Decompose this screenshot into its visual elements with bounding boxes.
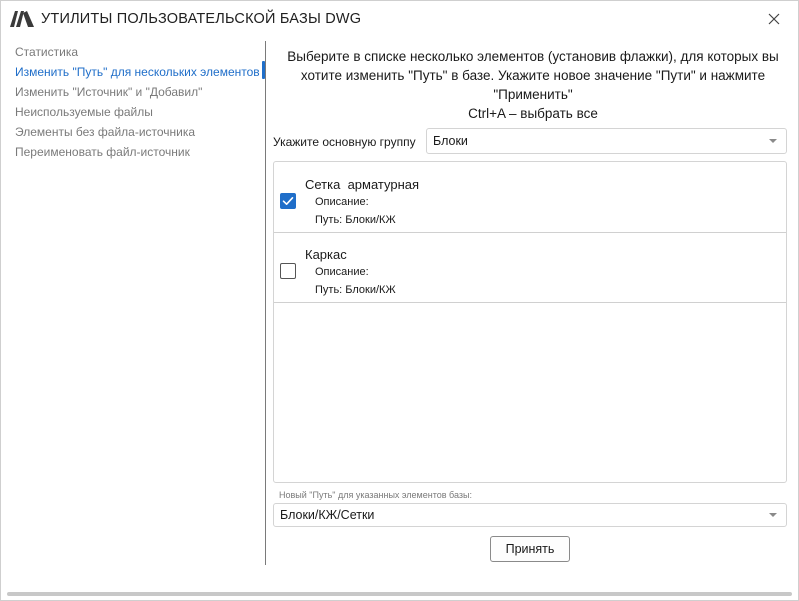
item-name: Каркас — [305, 247, 347, 262]
elements-list[interactable]: Сетка арматурная Описание: Путь: Блоки/К… — [273, 161, 787, 483]
instructions-text: Выберите в списке несколько элементов (у… — [273, 47, 793, 123]
sidebar-item-change-path[interactable]: Изменить "Путь" для нескольких элементов — [15, 65, 260, 79]
group-label: Укажите основную группу — [273, 135, 416, 149]
vertical-divider — [265, 41, 266, 565]
instruction-hotkey: Ctrl+A – выбрать все — [468, 106, 598, 121]
sidebar-item-change-source[interactable]: Изменить "Источник" и "Добавил" — [15, 85, 202, 99]
item-checkbox[interactable] — [280, 263, 296, 279]
chevron-down-icon — [769, 139, 777, 143]
checkmark-icon — [282, 197, 294, 205]
window-title: УТИЛИТЫ ПОЛЬЗОВАТЕЛЬСКОЙ БАЗЫ DWG — [41, 11, 362, 27]
app-logo-icon — [9, 10, 35, 28]
chevron-down-icon — [769, 513, 777, 517]
instruction-line: "Применить" — [493, 87, 573, 102]
horizontal-scrollbar[interactable] — [7, 592, 792, 596]
item-checkbox[interactable] — [280, 193, 296, 209]
new-path-select[interactable]: Блоки/КЖ/Сетки — [273, 503, 787, 527]
close-icon — [768, 13, 780, 25]
item-path: Путь: Блоки/КЖ — [315, 214, 396, 226]
title-bar: УТИЛИТЫ ПОЛЬЗОВАТЕЛЬСКОЙ БАЗЫ DWG — [1, 1, 798, 37]
new-path-value: Блоки/КЖ/Сетки — [280, 508, 375, 522]
item-path: Путь: Блоки/КЖ — [315, 284, 396, 296]
group-select[interactable]: Блоки — [426, 128, 787, 154]
new-path-label: Новый "Путь" для указанных элементов баз… — [279, 490, 472, 500]
sidebar-nav: Статистика Изменить "Путь" для нескольки… — [1, 41, 265, 565]
close-button[interactable] — [764, 9, 784, 29]
list-item[interactable]: Сетка арматурная Описание: Путь: Блоки/К… — [274, 162, 786, 233]
item-description: Описание: — [315, 196, 369, 208]
instruction-line: хотите изменить "Путь" в базе. Укажите н… — [300, 68, 766, 83]
group-select-value: Блоки — [433, 134, 468, 148]
apply-button[interactable]: Принять — [490, 536, 570, 562]
item-description: Описание: — [315, 266, 369, 278]
sidebar-item-unused-files[interactable]: Неиспользуемые файлы — [15, 105, 153, 119]
item-name: Сетка арматурная — [305, 177, 420, 192]
sidebar-item-no-source[interactable]: Элементы без файла-источника — [15, 125, 195, 139]
sidebar-item-rename-source[interactable]: Переименовать файл-источник — [15, 145, 190, 159]
app-window: УТИЛИТЫ ПОЛЬЗОВАТЕЛЬСКОЙ БАЗЫ DWG Статис… — [0, 0, 799, 601]
list-item[interactable]: Каркас Описание: Путь: Блоки/КЖ — [274, 232, 786, 303]
sidebar-item-statistics[interactable]: Статистика — [15, 45, 78, 59]
instruction-line: Выберите в списке несколько элементов (у… — [287, 49, 779, 64]
